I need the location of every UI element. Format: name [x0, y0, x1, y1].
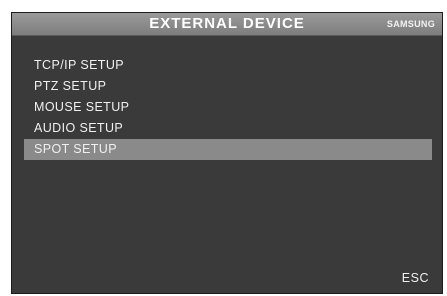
menu-item-spot-setup[interactable]: SPOT SETUP	[24, 139, 432, 160]
menu-list: TCP/IP SETUP PTZ SETUP MOUSE SETUP AUDIO…	[24, 55, 432, 160]
menu-item-ptz-setup[interactable]: PTZ SETUP	[24, 76, 432, 97]
osd-screen: EXTERNAL DEVICE SAMSUNG TCP/IP SETUP PTZ…	[11, 12, 443, 294]
menu-item-tcpip-setup[interactable]: TCP/IP SETUP	[24, 55, 432, 76]
menu-item-audio-setup[interactable]: AUDIO SETUP	[24, 118, 432, 139]
page-title: EXTERNAL DEVICE	[149, 15, 305, 32]
esc-button[interactable]: ESC	[402, 271, 429, 285]
brand-logo: SAMSUNG	[386, 19, 435, 29]
title-bar: EXTERNAL DEVICE SAMSUNG	[12, 13, 442, 36]
menu-item-mouse-setup[interactable]: MOUSE SETUP	[24, 97, 432, 118]
